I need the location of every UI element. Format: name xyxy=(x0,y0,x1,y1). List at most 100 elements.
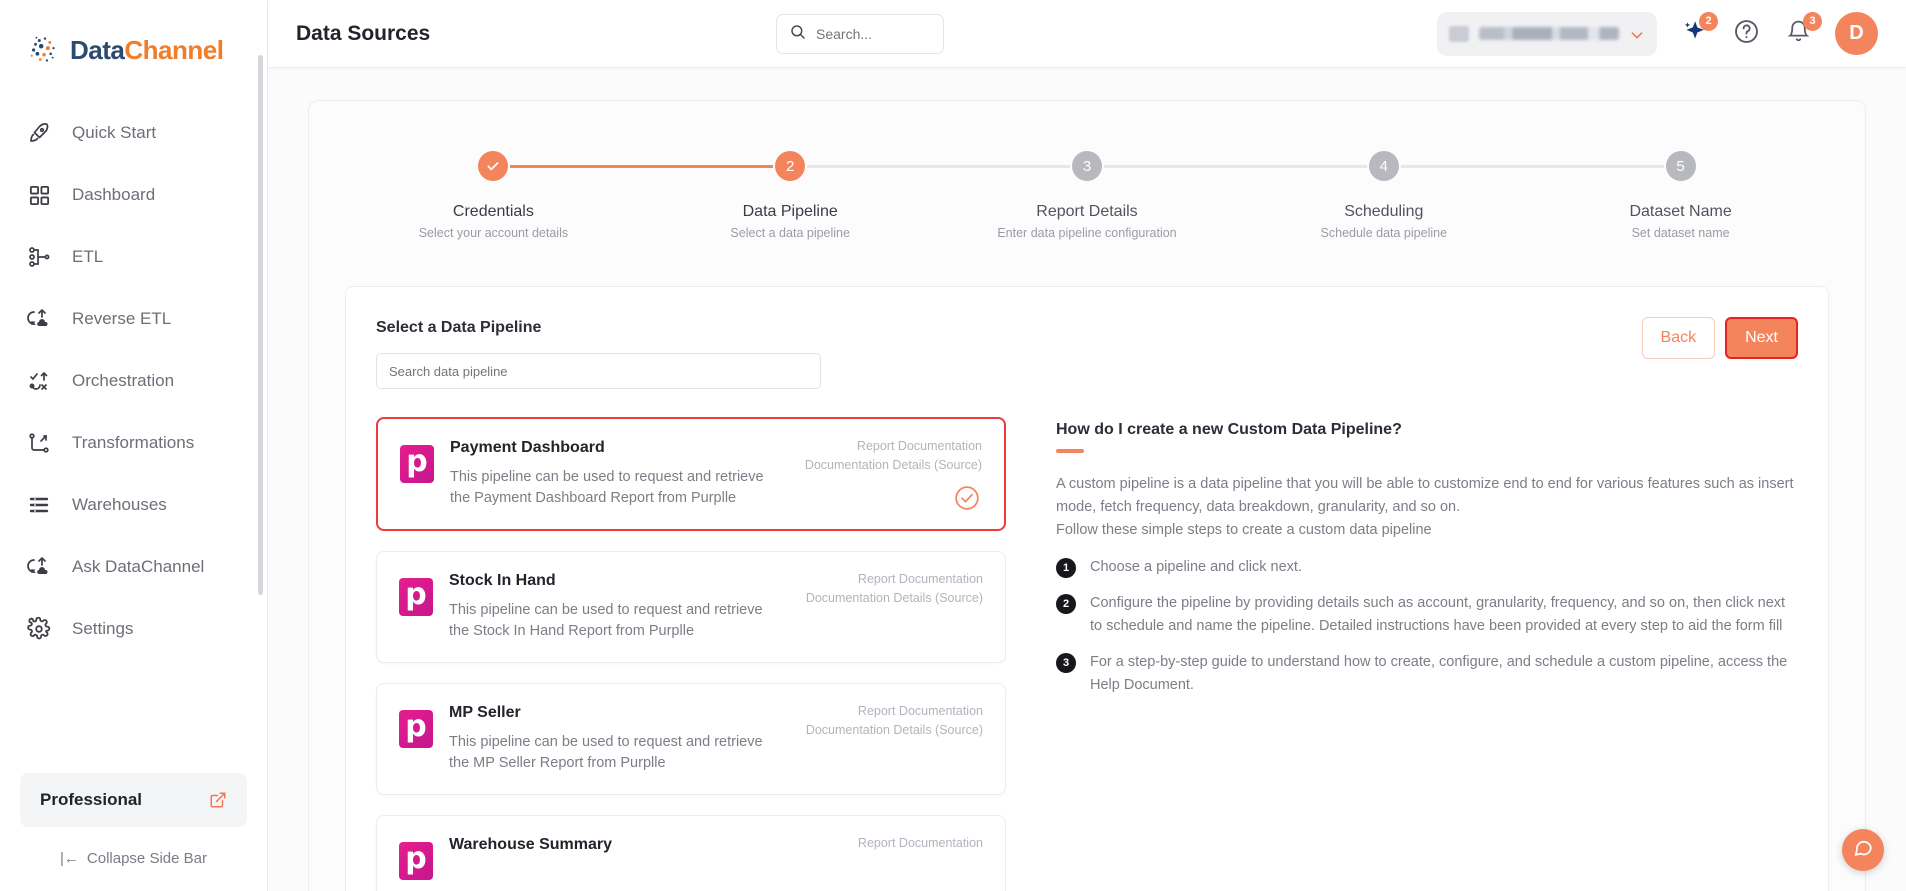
sidebar-item-label: Settings xyxy=(72,619,134,638)
help-divider xyxy=(1056,449,1084,453)
pipeline-doc-links[interactable]: Report Documentation Documentation Detai… xyxy=(806,570,983,608)
sidebar: DataChannel Quick Start Dashboard ETL Re… xyxy=(0,0,268,891)
org-name-redacted xyxy=(1479,27,1619,40)
sidebar-item-label: Ask DataChannel xyxy=(72,557,205,576)
step-circle-2: 2 xyxy=(775,151,806,181)
pipeline-name: Warehouse Summary xyxy=(449,836,613,854)
next-button[interactable]: Next xyxy=(1725,317,1798,359)
back-button[interactable]: Back xyxy=(1641,317,1716,359)
pipeline-name: Payment Dashboard xyxy=(450,439,605,456)
avatar[interactable]: D xyxy=(1835,12,1878,55)
chat-bubble-icon xyxy=(1852,837,1874,864)
pipeline-search-input[interactable] xyxy=(389,363,808,379)
chevron-down-icon[interactable] xyxy=(1629,26,1645,42)
ai-badge: 2 xyxy=(1699,11,1718,31)
topbar: Data Sources Search... 2 3 D xyxy=(268,0,1906,68)
report-documentation-link[interactable]: Report Documentation xyxy=(806,570,983,589)
wizard-stepper: Credentials Select your account details … xyxy=(309,137,1865,240)
step-subtitle: Enter data pipeline configuration xyxy=(997,226,1177,240)
notification-badge: 3 xyxy=(1803,11,1822,31)
pipeline-card-mp-seller[interactable]: p MP Seller This pipeline can be used to… xyxy=(376,683,1006,796)
step-connector xyxy=(1103,165,1236,168)
step-subtitle: Set dataset name xyxy=(1631,226,1730,240)
help-button[interactable] xyxy=(1731,19,1761,49)
pipeline-description: This pipeline can be used to request and… xyxy=(449,734,763,772)
purplle-logo-icon: p xyxy=(399,842,433,881)
pipeline-card-warehouse-summary[interactable]: p Warehouse Summary Report Documentation xyxy=(376,815,1006,891)
pipeline-doc-links[interactable]: Report Documentation xyxy=(858,834,983,853)
sidebar-item-dashboard[interactable]: Dashboard xyxy=(0,164,267,226)
pipeline-description: This pipeline can be used to request and… xyxy=(449,602,763,640)
documentation-details-link[interactable]: Documentation Details (Source) xyxy=(805,456,982,475)
help-panel: How do I create a new Custom Data Pipeli… xyxy=(1056,417,1798,891)
etl-nodes-icon xyxy=(26,244,52,270)
pipeline-card-stock-in-hand[interactable]: p Stock In Hand This pipeline can be use… xyxy=(376,551,1006,664)
step-credentials[interactable]: Credentials Select your account details xyxy=(345,151,642,240)
sidebar-item-label: ETL xyxy=(72,247,104,266)
step-scheduling[interactable]: 4 Scheduling Schedule data pipeline xyxy=(1235,151,1533,240)
wizard-actions: Back Next xyxy=(1641,317,1798,359)
sidebar-item-etl[interactable]: ETL xyxy=(0,226,267,288)
sidebar-item-reverse-etl[interactable]: Reverse ETL xyxy=(0,288,267,350)
step-title: Scheduling xyxy=(1344,203,1424,220)
step-connector xyxy=(807,165,939,168)
collapse-sidebar-button[interactable]: |← Collapse Side Bar xyxy=(20,839,247,877)
help-step-text: Configure the pipeline by providing deta… xyxy=(1090,595,1786,634)
global-search[interactable] xyxy=(776,14,944,54)
step-subtitle: Schedule data pipeline xyxy=(1320,226,1448,240)
help-step-number: 1 xyxy=(1056,557,1076,578)
help-step-2: 2 Configure the pipeline by providing de… xyxy=(1056,592,1798,637)
sidebar-scrollbar[interactable] xyxy=(258,55,263,595)
step-connector xyxy=(938,165,1070,168)
report-documentation-link[interactable]: Report Documentation xyxy=(806,702,983,721)
sidebar-item-ask-datachannel[interactable]: Ask DataChannel xyxy=(0,536,267,598)
help-circle-icon xyxy=(1733,18,1760,50)
sidebar-item-transformations[interactable]: Transformations xyxy=(0,412,267,474)
chat-support-button[interactable] xyxy=(1842,829,1884,871)
step-circle-4: 4 xyxy=(1368,151,1399,181)
step-report-details[interactable]: 3 Report Details Enter data pipeline con… xyxy=(938,151,1236,240)
report-documentation-link[interactable]: Report Documentation xyxy=(805,437,982,456)
step-title: Credentials xyxy=(452,203,534,220)
help-step-3: 3 For a step-by-step guide to understand… xyxy=(1056,651,1798,696)
selected-check-icon xyxy=(954,485,980,511)
sidebar-item-settings[interactable]: Settings xyxy=(0,598,267,660)
step-connector xyxy=(641,165,774,168)
brand-text-part1: Data xyxy=(70,34,125,65)
pipeline-card-payment-dashboard[interactable]: p Payment Dashboard This pipeline can be… xyxy=(376,417,1006,532)
reverse-etl-icon xyxy=(26,306,52,332)
help-step-number: 2 xyxy=(1056,594,1076,615)
documentation-details-link[interactable]: Documentation Details (Source) xyxy=(806,721,983,740)
sidebar-item-warehouses[interactable]: Warehouses xyxy=(0,474,267,536)
step-data-pipeline[interactable]: 2 Data Pipeline Select a data pipeline xyxy=(641,151,939,240)
documentation-details-link[interactable]: Documentation Details (Source) xyxy=(806,589,983,608)
sidebar-item-quick-start[interactable]: Quick Start xyxy=(0,102,267,164)
purplle-logo-icon: p xyxy=(399,710,433,749)
external-link-icon[interactable] xyxy=(209,791,227,809)
search-input[interactable] xyxy=(816,26,931,42)
step-connector xyxy=(1532,165,1664,168)
plan-badge[interactable]: Professional xyxy=(20,773,247,827)
help-step-text: For a step-by-step guide to understand h… xyxy=(1090,654,1788,693)
pipeline-search[interactable] xyxy=(376,353,821,389)
pipeline-doc-links[interactable]: Report Documentation Documentation Detai… xyxy=(805,437,982,475)
report-documentation-link[interactable]: Report Documentation xyxy=(858,834,983,853)
help-step-text: Choose a pipeline and click next. xyxy=(1090,558,1302,575)
step-circle-1 xyxy=(478,151,509,181)
pipeline-selector-card: Select a Data Pipeline Back Next p xyxy=(345,286,1829,891)
pipeline-doc-links[interactable]: Report Documentation Documentation Detai… xyxy=(806,702,983,740)
database-stack-icon xyxy=(26,492,52,518)
step-connector xyxy=(1235,165,1367,168)
brand-logo-area[interactable]: DataChannel xyxy=(0,0,267,72)
sidebar-item-label: Transformations xyxy=(72,433,195,452)
step-dataset-name[interactable]: 5 Dataset Name Set dataset name xyxy=(1532,151,1829,240)
wizard-panel: Credentials Select your account details … xyxy=(308,100,1866,891)
step-subtitle: Select your account details xyxy=(418,226,569,240)
notifications-button[interactable]: 3 xyxy=(1783,11,1822,49)
sidebar-item-orchestration[interactable]: Orchestration xyxy=(0,350,267,412)
selector-body: p Payment Dashboard This pipeline can be… xyxy=(376,417,1798,891)
sidebar-item-label: Dashboard xyxy=(72,185,156,204)
ai-assistant-button[interactable]: 2 xyxy=(1679,11,1718,49)
transformations-icon xyxy=(26,430,52,456)
org-selector[interactable] xyxy=(1437,11,1657,56)
